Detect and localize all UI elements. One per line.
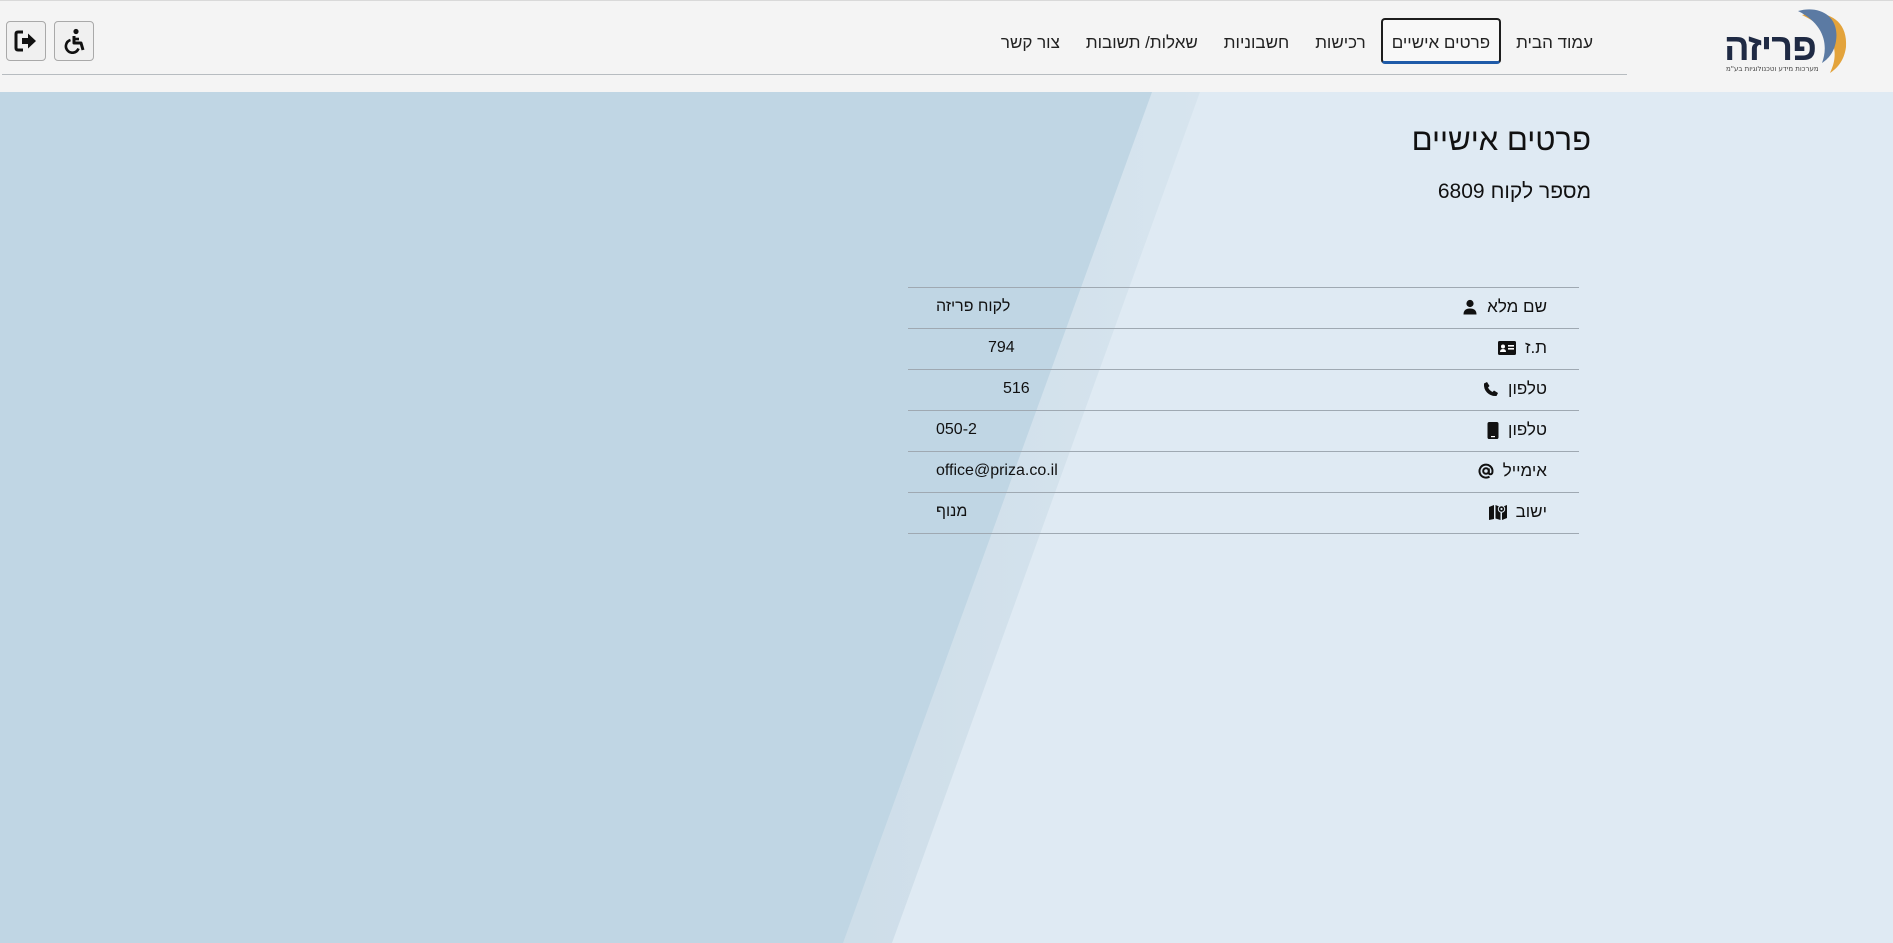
main-navigation: עמוד הבית פרטים אישיים רכישות חשבוניות ש… (990, 18, 1604, 64)
details-value: 516 (1003, 380, 1030, 397)
nav-personal-details[interactable]: פרטים אישיים (1380, 18, 1502, 64)
details-label: ישוב (1515, 502, 1547, 521)
user-icon (1463, 299, 1477, 315)
details-value: office@priza.co.il (936, 462, 1058, 479)
details-row-phone: טלפון 516 (908, 370, 1579, 411)
customer-number-label: מספר לקוח (1490, 180, 1591, 203)
nav-faq[interactable]: שאלות/ תשובות (1075, 18, 1209, 64)
details-value: מנוף (936, 503, 968, 520)
header-divider (2, 74, 1627, 75)
brand-tagline: מערכות מידע וטכנולוגיות בע"מ (1726, 65, 1819, 73)
logout-button[interactable] (6, 21, 46, 61)
details-label: טלפון (1508, 379, 1547, 398)
mobile-icon (1487, 421, 1499, 439)
page-title: פרטים אישיים (1411, 122, 1591, 157)
details-value: לקוח פריזה (936, 298, 1011, 315)
details-row-id: ת.ז 794 (908, 329, 1579, 370)
details-row-city: ישוב מנוף (908, 493, 1579, 534)
details-row-mobile: טלפון 050-2 (908, 411, 1579, 452)
customer-number-line: מספר לקוח 6809 (1438, 180, 1591, 204)
details-row-full-name: שם מלא לקוח פריזה (908, 288, 1579, 329)
brand-name: פריזה (1724, 27, 1817, 69)
nav-invoices[interactable]: חשבוניות (1213, 18, 1300, 64)
wheelchair-icon (64, 28, 85, 54)
id-card-icon (1498, 341, 1517, 355)
details-label: ת.ז (1525, 338, 1547, 357)
details-label: שם מלא (1487, 297, 1547, 316)
details-label: אימייל (1502, 461, 1547, 480)
personal-details-table: שם מלא לקוח פריזה ת.ז 794 טלפון 516 טלפו… (908, 287, 1579, 534)
at-icon (1478, 463, 1494, 479)
details-value: 794 (988, 339, 1015, 356)
nav-purchases[interactable]: רכישות (1304, 18, 1377, 64)
main-content: פרטים אישיים מספר לקוח 6809 שם מלא לקוח … (0, 92, 1893, 943)
map-icon (1488, 505, 1507, 520)
nav-contact[interactable]: צור קשר (990, 18, 1071, 64)
details-value: 050-2 (936, 421, 977, 438)
top-header: פריזה מערכות מידע וטכנולוגיות בע"מ עמוד … (0, 0, 1893, 92)
phone-icon (1483, 382, 1499, 397)
brand-logo[interactable]: פריזה מערכות מידע וטכנולוגיות בע"מ (1722, 7, 1857, 77)
accessibility-button[interactable] (54, 21, 94, 61)
nav-home[interactable]: עמוד הבית (1505, 18, 1604, 64)
sign-out-icon (14, 30, 36, 52)
details-label: טלפון (1508, 420, 1547, 439)
details-row-email: אימייל office@priza.co.il (908, 452, 1579, 493)
customer-number-value: 6809 (1437, 180, 1485, 203)
